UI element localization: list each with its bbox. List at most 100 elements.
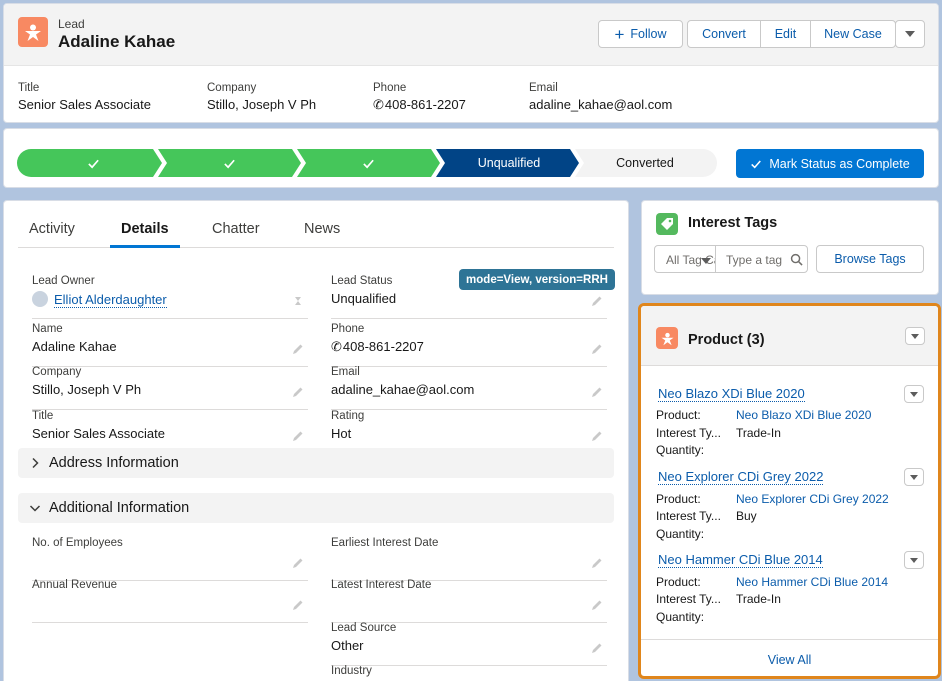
product-item-link[interactable]: Neo Hammer CDi Blue 2014 [658,552,823,568]
field-latest-interest-date: Latest Interest Date [331,579,607,623]
quantity-row: Quantity: [656,610,704,624]
field-phone: Phone ✆408-861-2207 [331,323,607,367]
highlight-label: Phone [373,82,407,94]
change-owner-icon[interactable] [292,295,304,307]
highlight-value: Senior Sales Associate [18,97,151,112]
chevron-right-icon [32,457,39,469]
pencil-icon[interactable] [591,343,603,355]
pencil-icon[interactable] [292,557,304,569]
tab-activity[interactable]: Activity [29,221,75,237]
product-link[interactable]: Neo Hammer CDi Blue 2014 [736,575,888,589]
tab-chatter[interactable]: Chatter [212,221,260,237]
product-item-menu-button[interactable] [904,551,924,569]
mark-status-complete-button[interactable]: Mark Status as Complete [736,149,924,178]
interest-type-row: Interest Ty... Buy [656,509,757,523]
product-link[interactable]: Neo Explorer CDi Grey 2022 [736,492,889,506]
product-item-menu-button[interactable] [904,468,924,486]
tag-icon [656,213,678,235]
field-lead-status: Lead Status Unqualified [331,275,607,319]
email-link[interactable]: adaline_kahae@aol.com [529,97,672,112]
product-item-menu-button[interactable] [904,385,924,403]
row-label: Product: [656,492,701,506]
section-title: Address Information [49,455,179,471]
product-item-link[interactable]: Neo Blazo XDi Blue 2020 [658,386,805,402]
new-case-button[interactable]: New Case [810,20,896,48]
phone-icon[interactable]: ✆ [373,97,384,113]
tag-search-placeholder: Type a tag [726,253,783,267]
path-steps: Unqualified Converted [17,149,717,177]
interest-tags-title: Interest Tags [688,215,778,231]
check-icon [87,159,99,168]
browse-tags-button[interactable]: Browse Tags [816,245,924,273]
field-label: Industry [331,665,372,677]
field-label: Latest Interest Date [331,579,432,591]
product-row: Product: Neo Blazo XDi Blue 2020 [656,408,871,422]
tab-details[interactable]: Details [121,221,169,237]
product-header: Product (3) [641,306,938,366]
chevron-down-icon [910,474,918,480]
tag-search-input[interactable]: Type a tag [715,245,808,273]
field-label: Email [331,366,360,378]
pencil-icon[interactable] [292,386,304,398]
product-row: Product: Neo Hammer CDi Blue 2014 [656,575,888,589]
section-address-information[interactable]: Address Information [18,448,614,478]
row-value: Trade-In [736,592,781,606]
field-label: Title [32,410,54,422]
highlight-value: Stillo, Joseph V Ph [207,97,317,112]
field-value: Other [331,638,364,653]
field-value: Elliot Alderdaughter [32,291,167,308]
chevron-down-icon [911,333,919,339]
row-label: Product: [656,575,701,589]
field-name: Name Adaline Kahae [32,323,308,367]
plus-icon: + [614,24,625,44]
product-list-title: Product (3) [688,332,765,348]
field-value: Senior Sales Associate [32,426,165,441]
pencil-icon[interactable] [292,343,304,355]
pencil-icon[interactable] [591,295,603,307]
email-link[interactable]: adaline_kahae@aol.com [331,382,474,397]
current-stage-label: Unqualified [477,156,541,170]
chevron-down-icon [910,391,918,397]
product-list-menu-button[interactable] [905,327,925,345]
phone-link[interactable]: 408-861-2207 [385,97,466,112]
pencil-icon[interactable] [591,557,603,569]
step-check [308,149,428,177]
check-icon [751,159,762,169]
tab-news[interactable]: News [304,221,340,237]
field-label: No. of Employees [32,537,123,549]
interest-type-row: Interest Ty... Trade-In [656,426,781,440]
check-icon [362,159,374,168]
pencil-icon[interactable] [292,430,304,442]
follow-button[interactable]: + Follow [598,20,683,48]
field-industry: Industry [331,665,607,681]
convert-button[interactable]: Convert [687,20,761,48]
pencil-icon[interactable] [591,430,603,442]
edit-button[interactable]: Edit [760,20,811,48]
field-employees: No. of Employees [32,537,308,581]
chevron-down-icon [29,505,41,512]
product-item-link[interactable]: Neo Explorer CDi Grey 2022 [658,469,824,485]
lead-owner-link[interactable]: Elliot Alderdaughter [54,292,167,308]
phone-value[interactable]: 408-861-2207 [343,339,424,354]
status-path: Unqualified Converted Mark Status as Com… [3,128,939,188]
check-icon [223,159,235,168]
tag-category-select[interactable]: All Tag Ca [654,245,716,273]
more-actions-button[interactable] [895,20,925,48]
chevron-down-icon [701,258,711,264]
row-label: Quantity: [656,527,705,541]
pencil-icon[interactable] [591,599,603,611]
chevron-down-icon [905,31,915,37]
pencil-icon[interactable] [591,386,603,398]
pencil-icon[interactable] [591,642,603,654]
section-additional-information[interactable]: Additional Information [18,493,614,523]
row-label: Product: [656,408,701,422]
view-all-link[interactable]: View All [641,639,938,679]
field-label: Earliest Interest Date [331,537,439,549]
phone-icon[interactable]: ✆ [331,339,342,355]
field-label: Company [32,366,82,378]
product-link[interactable]: Neo Blazo XDi Blue 2020 [736,408,871,422]
field-value: Adaline Kahae [32,339,117,354]
chevron-down-icon [910,557,918,563]
pencil-icon[interactable] [292,599,304,611]
quantity-row: Quantity: [656,527,704,541]
